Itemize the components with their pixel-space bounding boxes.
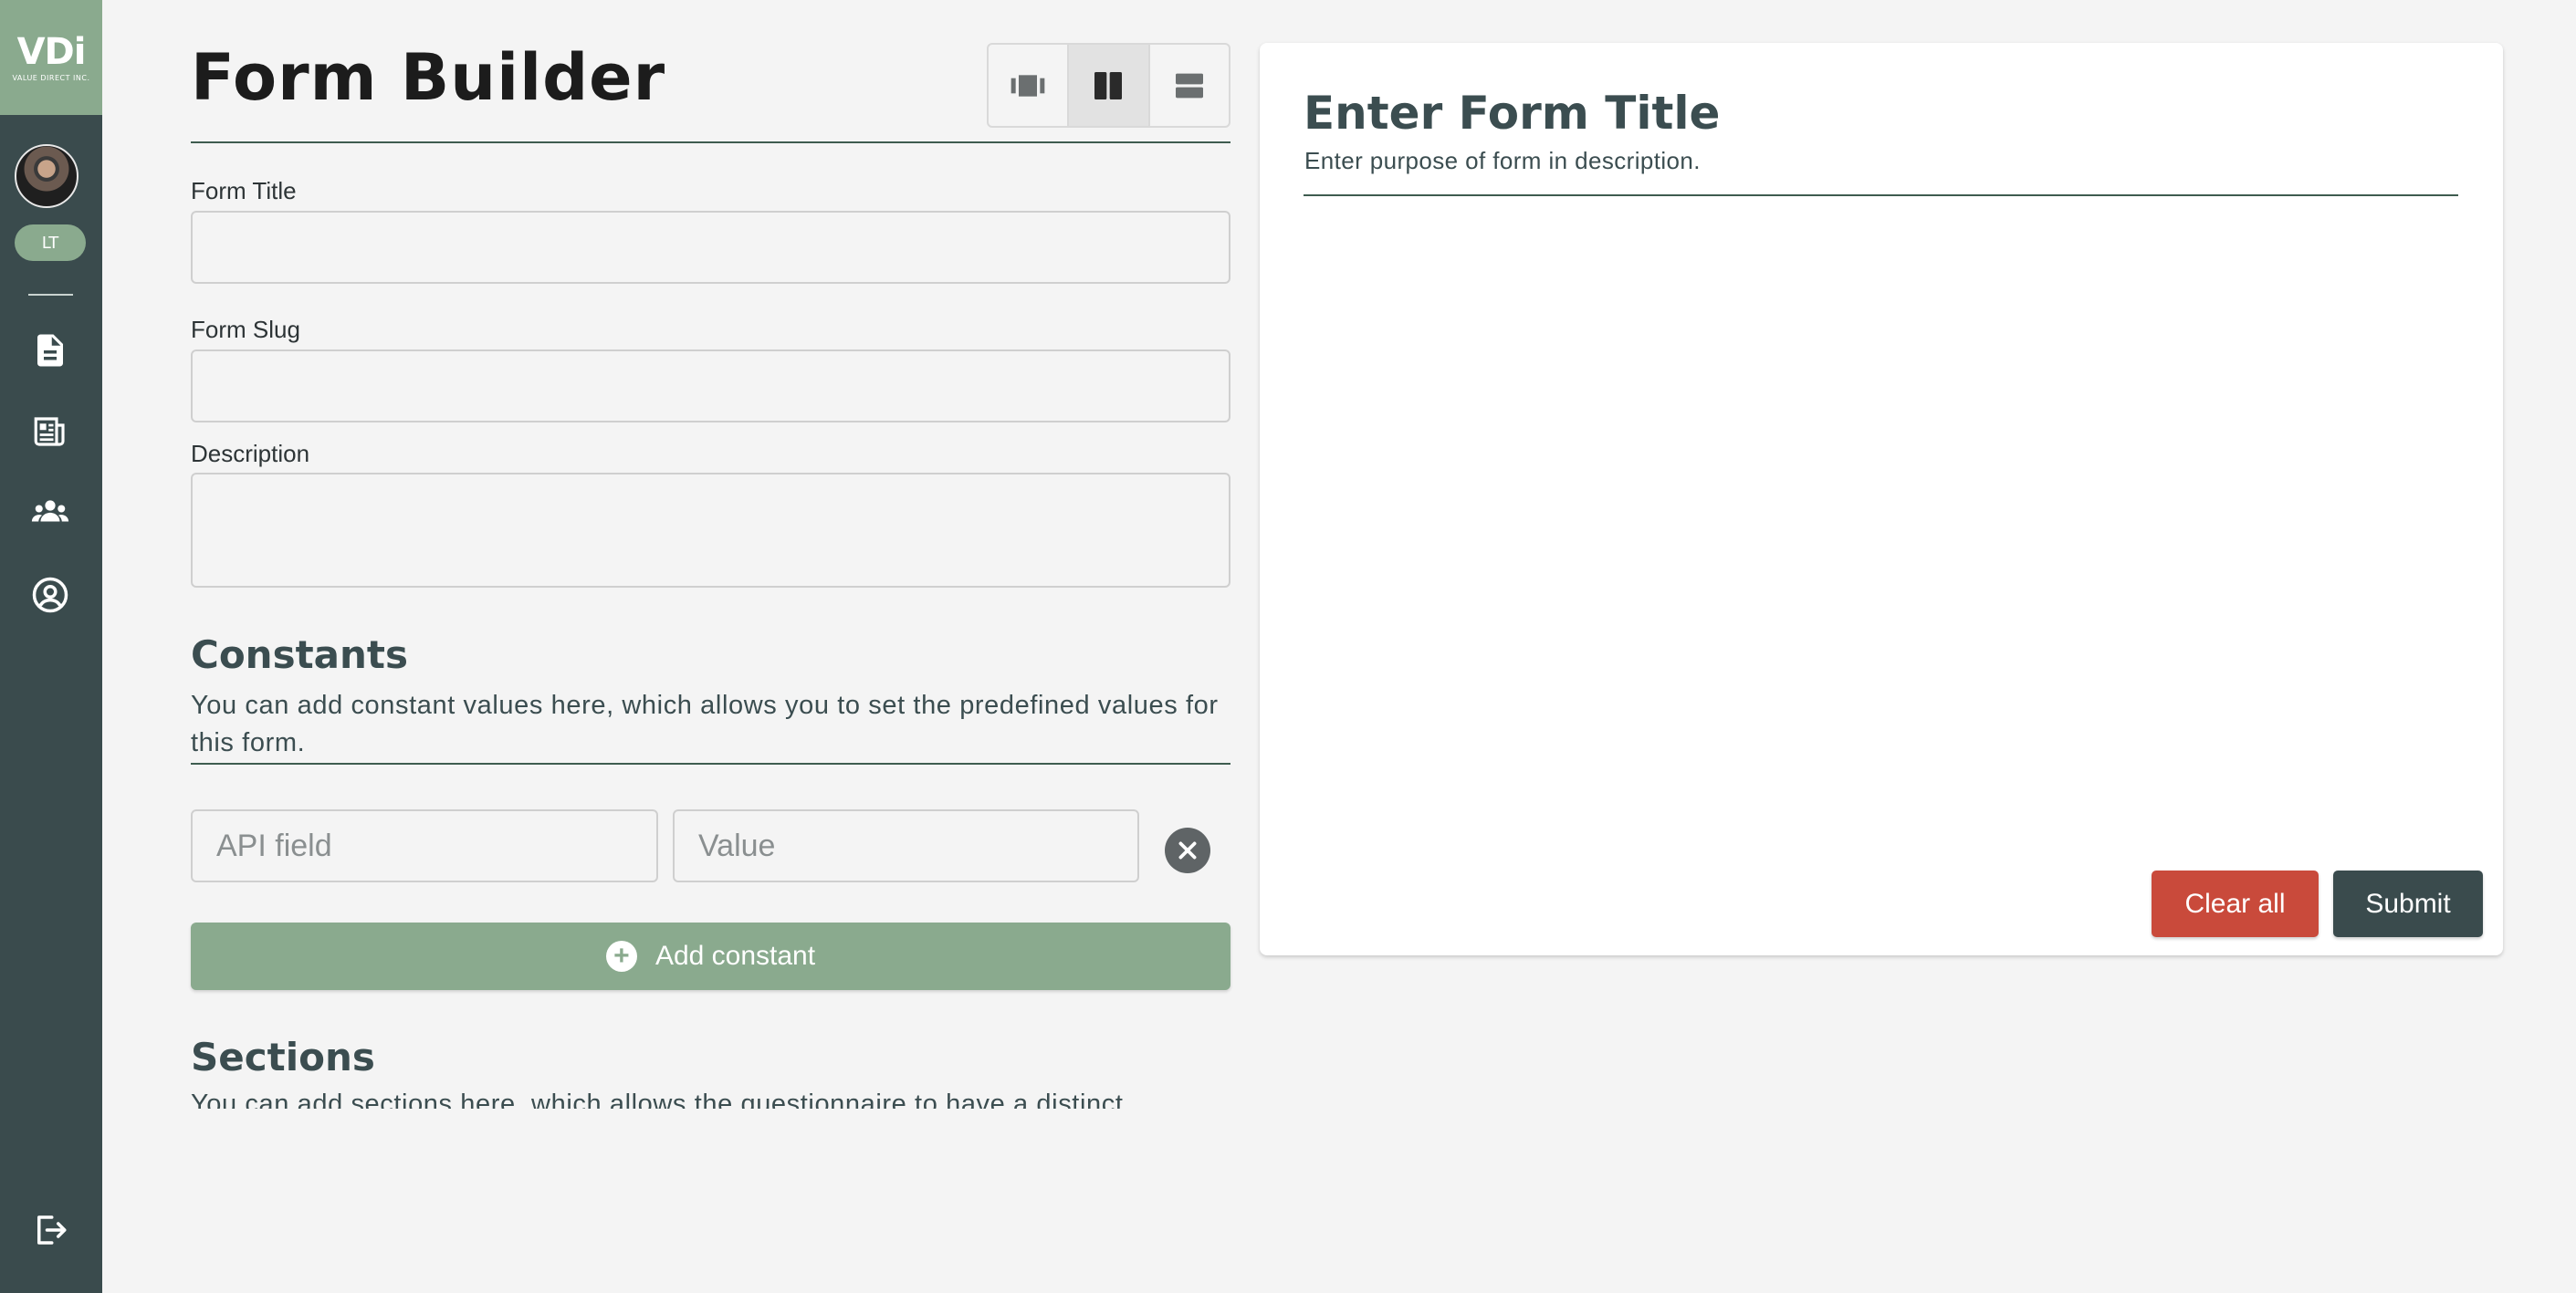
user-circle-icon [32, 577, 68, 613]
constants-heading: Constants [191, 632, 408, 677]
remove-constant-button[interactable] [1165, 828, 1210, 873]
title-divider [191, 141, 1230, 143]
view-mode-stacked[interactable] [1150, 45, 1229, 126]
close-icon [1178, 841, 1197, 860]
page-title: Form Builder [191, 40, 666, 115]
sidebar-item-profile[interactable] [27, 572, 73, 618]
logo[interactable]: VDi VALUE DIRECT INC. [0, 0, 102, 115]
description-textarea[interactable] [191, 473, 1230, 588]
form-slug-input[interactable] [191, 349, 1230, 422]
avatar[interactable] [15, 144, 79, 208]
stacked-view-icon [1175, 73, 1203, 98]
document-icon [37, 334, 63, 367]
sections-description-clip: You can add sections here, which allows … [191, 1086, 1230, 1109]
submit-button[interactable]: Submit [2333, 871, 2483, 937]
preview-form-description: Enter purpose of form in description. [1304, 147, 1701, 174]
form-title-input[interactable] [191, 211, 1230, 284]
sidebar-item-forms[interactable] [27, 328, 73, 373]
newspaper-icon [34, 417, 65, 446]
add-constant-button[interactable]: + Add constant [191, 923, 1230, 990]
clear-all-button[interactable]: Clear all [2152, 871, 2319, 937]
api-field-input[interactable] [191, 809, 658, 882]
view-mode-split[interactable] [1069, 45, 1150, 126]
description-label: Description [191, 440, 310, 467]
logout-icon [37, 1215, 67, 1245]
preview-divider [1304, 194, 2458, 196]
sidebar-item-submissions[interactable] [27, 409, 73, 454]
constants-description: You can add constant values here, which … [191, 691, 1219, 757]
logout-button[interactable] [27, 1207, 73, 1253]
add-constant-label: Add constant [654, 941, 816, 971]
value-input[interactable] [673, 809, 1139, 882]
split-view-icon [1094, 71, 1123, 99]
sidebar-divider [28, 294, 73, 296]
plus-circle-icon: + [605, 941, 637, 972]
form-preview-card: Enter Form Title Enter purpose of form i… [1260, 43, 2503, 955]
form-title-label: Form Title [191, 177, 297, 204]
preview-form-title: Enter Form Title [1304, 87, 1721, 140]
horizontal-view-icon [1011, 74, 1045, 97]
users-icon [31, 500, 69, 522]
sidebar: VDi VALUE DIRECT INC. LT [0, 0, 102, 1293]
view-mode-toggle [987, 43, 1230, 128]
logo-text: VDi [16, 30, 87, 73]
sections-heading: Sections [191, 1035, 375, 1079]
form-slug-label: Form Slug [191, 316, 300, 343]
view-mode-horizontal[interactable] [989, 45, 1070, 126]
constants-divider [191, 763, 1230, 765]
sections-description: You can add sections here, which allows … [191, 1090, 1124, 1109]
logo-subtext: VALUE DIRECT INC. [12, 73, 90, 82]
sidebar-item-users[interactable] [27, 489, 73, 535]
user-initials-badge[interactable]: LT [15, 224, 86, 261]
